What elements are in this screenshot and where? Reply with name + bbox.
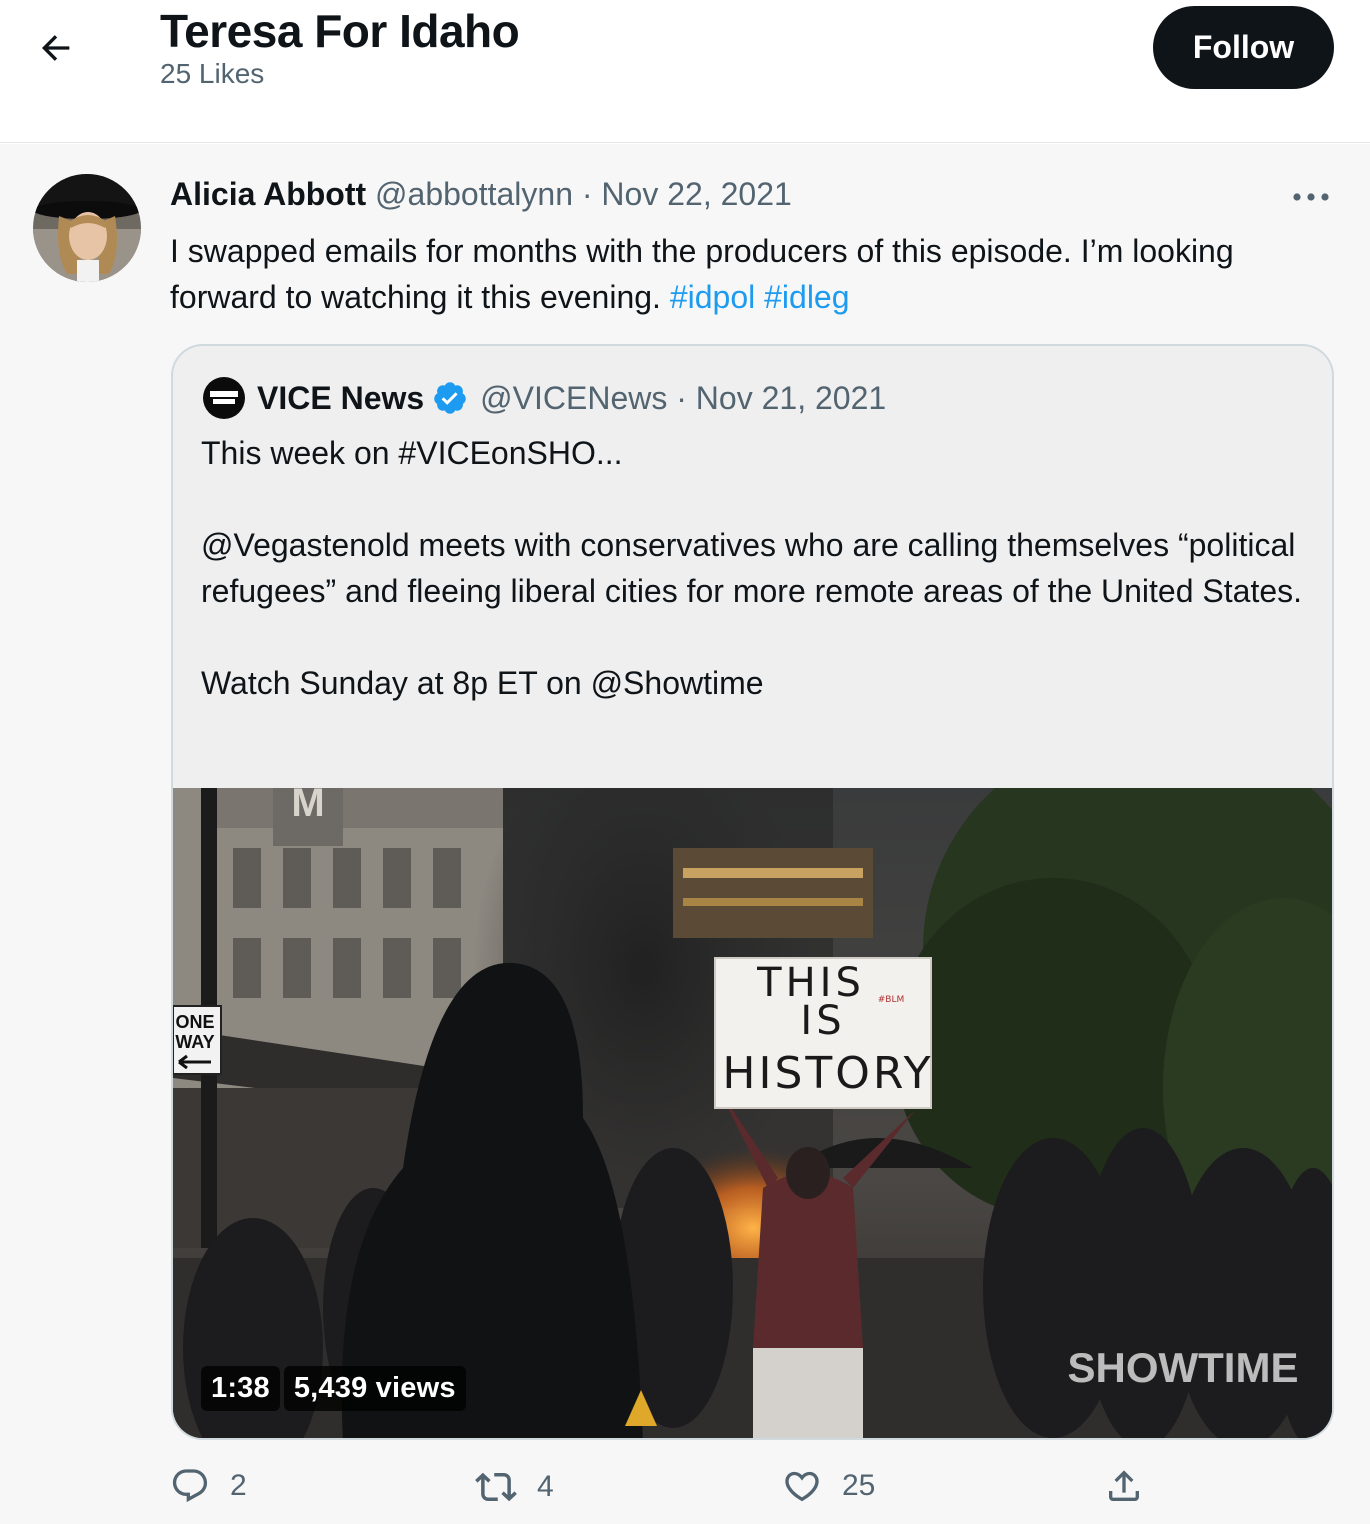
heart-icon: [785, 1471, 819, 1502]
quoted-author-handle[interactable]: @VICENews: [480, 380, 667, 417]
retweet-count: 4: [537, 1470, 554, 1503]
sign-text-line: IS: [800, 998, 845, 1044]
share-button[interactable]: [1104, 1466, 1144, 1506]
like-button[interactable]: 25: [782, 1466, 875, 1506]
quoted-paragraph: This week on #VICEonSHO...: [201, 435, 623, 471]
reply-button[interactable]: 2: [170, 1466, 247, 1506]
retweet-button[interactable]: 4: [475, 1466, 554, 1508]
vice-news-logo[interactable]: [203, 377, 245, 419]
video-thumbnail: M ONE WAY THIS IS HISTORY #BLM SHOWTIME: [173, 788, 1332, 1438]
one-way-sign-line: ONE: [175, 1012, 214, 1032]
tweet-actions: 2 4 25: [0, 1466, 1370, 1522]
author-name[interactable]: Alicia Abbott: [170, 176, 366, 212]
quoted-author-name[interactable]: VICE News: [257, 380, 424, 417]
quoted-tweet-date[interactable]: Nov 21, 2021: [696, 380, 886, 417]
vice-logo-icon: [210, 391, 238, 404]
profile-header: Teresa For Idaho 25 Likes Follow: [0, 0, 1370, 143]
quoted-tweet[interactable]: VICE News @VICENews · Nov 21, 2021 This …: [171, 344, 1334, 1440]
tweet: Alicia Abbott @abbottalynn · Nov 22, 202…: [0, 144, 1370, 1524]
quoted-tweet-text: This week on #VICEonSHO... @Vegastenold …: [201, 430, 1311, 706]
tweet-header: Alicia Abbott @abbottalynn · Nov 22, 202…: [170, 176, 792, 213]
arrow-left-icon: [41, 35, 70, 61]
separator-dot: ·: [581, 176, 593, 212]
showtime-watermark: SHOWTIME: [1068, 1344, 1299, 1391]
hashtag-link[interactable]: #idleg: [764, 279, 849, 315]
page-title: Teresa For Idaho: [160, 5, 520, 57]
one-way-sign-line: WAY: [175, 1032, 214, 1052]
reply-count: 2: [230, 1469, 247, 1502]
video-info: 1:38 5,439 views: [201, 1366, 466, 1411]
quoted-paragraph: Watch Sunday at 8p ET on @Showtime: [201, 665, 764, 701]
like-count: 25: [842, 1469, 876, 1502]
building-letter: M: [291, 788, 324, 825]
reply-icon: [172, 1469, 208, 1503]
share-icon: [1109, 1470, 1139, 1501]
avatar[interactable]: [33, 174, 141, 282]
more-icon: [1293, 193, 1329, 201]
retweet-icon: [475, 1472, 517, 1502]
more-options-button[interactable]: [1286, 182, 1336, 212]
tweet-date[interactable]: Nov 22, 2021: [601, 176, 791, 212]
avatar-image: [33, 174, 141, 282]
follow-button[interactable]: Follow: [1153, 6, 1334, 89]
verified-badge-icon: [434, 382, 466, 414]
video-duration: 1:38: [201, 1366, 280, 1411]
sign-hashtag: #BLM: [878, 995, 905, 1005]
video-player[interactable]: M ONE WAY THIS IS HISTORY #BLM SHOWTIME …: [173, 788, 1332, 1438]
back-button[interactable]: [30, 22, 82, 74]
author-handle[interactable]: @abbottalynn: [375, 176, 573, 212]
sign-text-line: HISTORY: [722, 1048, 933, 1099]
quoted-tweet-header: VICE News @VICENews · Nov 21, 2021: [203, 376, 886, 420]
tweet-text: I swapped emails for months with the pro…: [170, 228, 1330, 320]
likes-count-subtitle: 25 Likes: [160, 58, 265, 89]
separator-dot: ·: [676, 379, 687, 416]
quoted-paragraph: @Vegastenold meets with conservatives wh…: [201, 527, 1303, 609]
video-views: 5,439 views: [283, 1366, 466, 1411]
hashtag-link[interactable]: #idpol: [670, 279, 755, 315]
